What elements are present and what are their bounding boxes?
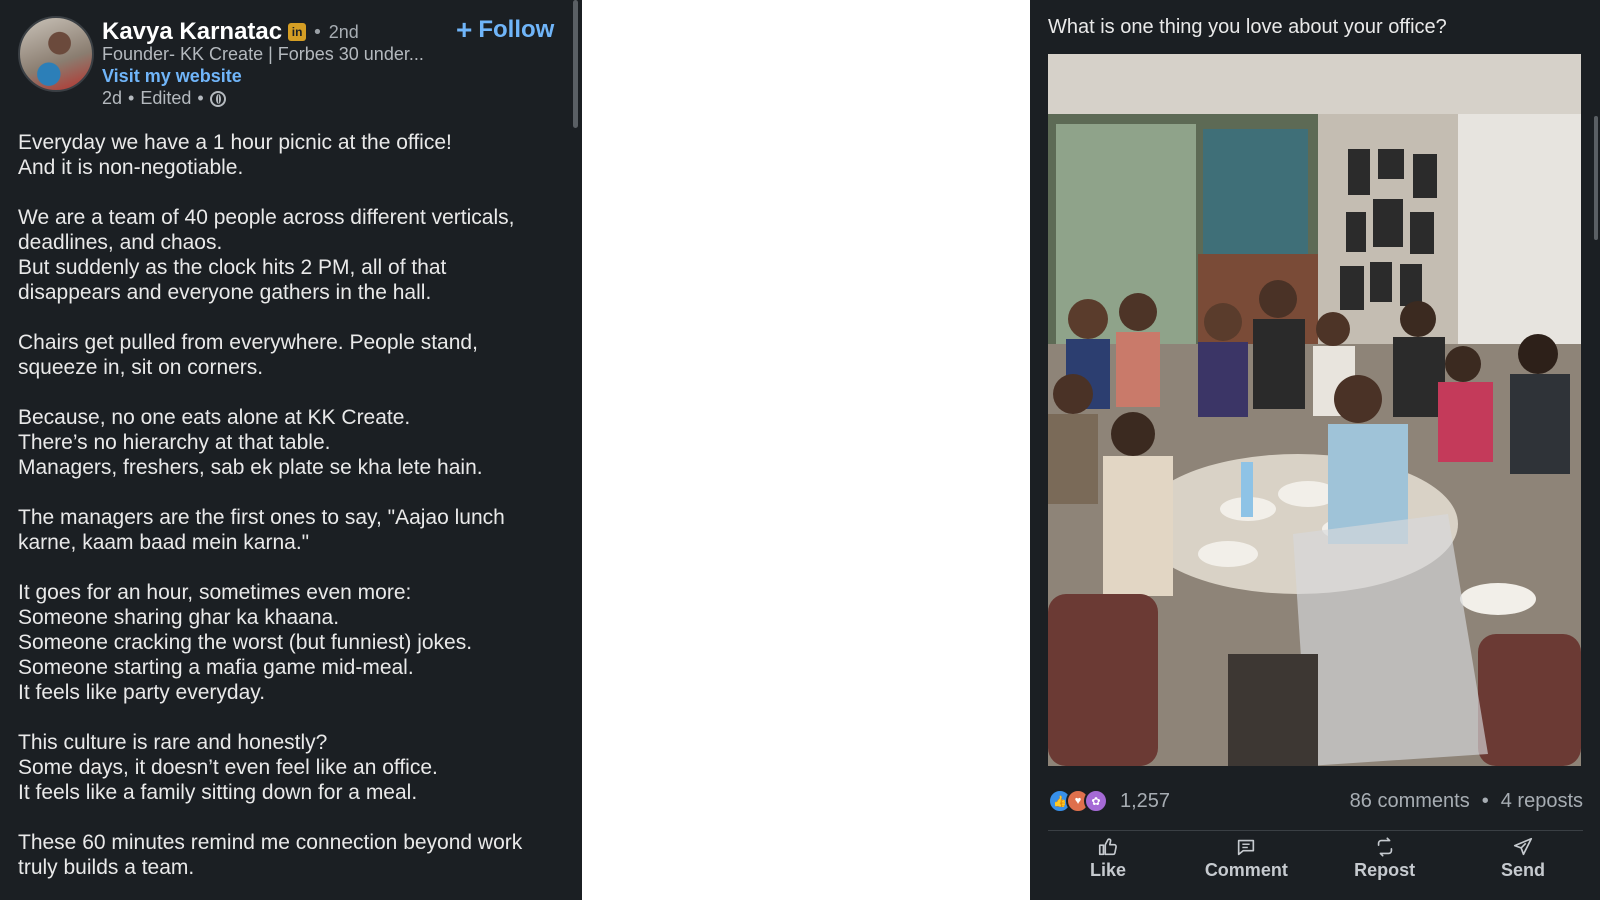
scrollbar[interactable] bbox=[1594, 116, 1598, 240]
separator-dot: • bbox=[197, 88, 204, 108]
office-lunch-photo[interactable] bbox=[1048, 54, 1581, 766]
globe-icon bbox=[209, 90, 226, 107]
post-paragraph: This culture is rare and honestly? Some … bbox=[18, 731, 438, 804]
like-button[interactable]: Like bbox=[1048, 836, 1168, 881]
separator-dot: • bbox=[1481, 789, 1489, 812]
reposts-count[interactable]: 4 reposts bbox=[1501, 790, 1583, 813]
post-paragraph: We are a team of 40 people across differ… bbox=[18, 206, 515, 304]
comments-count[interactable]: 86 comments bbox=[1350, 790, 1470, 813]
blank-gap bbox=[582, 0, 1030, 900]
divider bbox=[1048, 830, 1583, 831]
comment-button[interactable]: Comment bbox=[1186, 836, 1306, 881]
author-name[interactable]: Kavya Karnatac bbox=[102, 18, 282, 46]
repost-button[interactable]: Repost bbox=[1325, 836, 1445, 881]
edited-label: Edited bbox=[140, 88, 192, 108]
action-bar: Like Comment Repost Send bbox=[1048, 836, 1583, 881]
scrollbar[interactable] bbox=[573, 0, 578, 128]
send-label: Send bbox=[1500, 860, 1545, 880]
comment-icon bbox=[1238, 839, 1255, 856]
thumbs-up-icon bbox=[1098, 838, 1117, 856]
post-body: Everyday we have a 1 hour picnic at the … bbox=[18, 130, 570, 900]
send-icon bbox=[1513, 837, 1533, 856]
comment-label: Comment bbox=[1204, 860, 1288, 880]
post-paragraph: Everyday we have a 1 hour picnic at the … bbox=[18, 131, 452, 179]
follow-label: Follow bbox=[478, 16, 555, 43]
author-avatar[interactable] bbox=[18, 16, 94, 92]
photo-illustration bbox=[1048, 54, 1581, 766]
separator-dot: • bbox=[312, 21, 323, 43]
post-paragraph: Chairs get pulled from everywhere. Peopl… bbox=[18, 331, 478, 379]
like-label: Like bbox=[1089, 860, 1127, 880]
post-paragraph: These 60 minutes remind me connection be… bbox=[18, 831, 523, 879]
post-paragraph: Because, no one eats alone at KK Create.… bbox=[18, 406, 483, 479]
post-time: 2d bbox=[102, 88, 123, 108]
social-counts: 👍 ♥ ✿ 1,257 86 comments • 4 reposts bbox=[1048, 786, 1583, 816]
post-paragraph: It goes for an hour, sometimes even more… bbox=[18, 581, 473, 704]
author-headline: Founder- KK Create | Forbes 30 under... bbox=[102, 44, 424, 64]
follow-button[interactable]: + Follow bbox=[456, 16, 554, 44]
author-name-row: Kavya Karnatac in • 2nd bbox=[102, 18, 359, 46]
connection-degree: 2nd bbox=[328, 21, 359, 42]
support-icon: ✿ bbox=[1084, 789, 1108, 813]
visit-website-link[interactable]: Visit my website bbox=[102, 66, 242, 87]
repost-label: Repost bbox=[1354, 860, 1416, 880]
post-text-panel: Kavya Karnatac in • 2nd + Follow Founder… bbox=[0, 0, 582, 900]
repost-icon bbox=[1377, 837, 1392, 857]
post-question: What is one thing you love about your of… bbox=[1048, 16, 1447, 38]
reaction-icons[interactable]: 👍 ♥ ✿ bbox=[1048, 789, 1108, 813]
post-paragraph: The managers are the first ones to say, … bbox=[18, 506, 505, 554]
separator-dot: • bbox=[128, 88, 135, 108]
post-meta: 2d • Edited • bbox=[102, 88, 226, 109]
linkedin-premium-icon: in bbox=[288, 23, 307, 41]
plus-icon: + bbox=[456, 14, 473, 45]
send-button[interactable]: Send bbox=[1463, 836, 1583, 881]
post-media-panel: What is one thing you love about your of… bbox=[1030, 0, 1600, 900]
reaction-count[interactable]: 1,257 bbox=[1120, 790, 1170, 813]
